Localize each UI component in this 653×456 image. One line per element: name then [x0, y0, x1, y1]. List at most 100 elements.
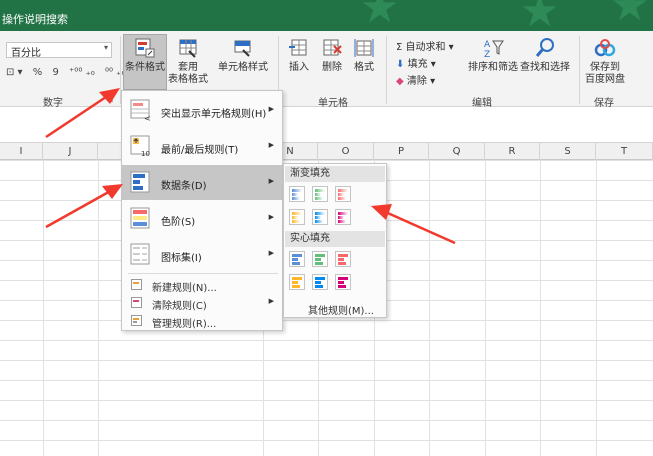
conditional-format-button-content[interactable]: 条件格式 — [124, 37, 166, 74]
sort-filter-label: 排序和筛选 — [468, 62, 518, 73]
chevron-right-icon: ▶ — [268, 177, 274, 185]
dialog-launcher-icon[interactable]: ⊿ — [107, 95, 114, 104]
divider — [386, 36, 387, 104]
menu-item-label: 数据条(D) — [161, 181, 207, 192]
number-format-value: 百分比 — [11, 48, 41, 59]
cell-styles-label: 单元格样式 — [218, 62, 268, 73]
fill-icon: ⬇ — [396, 59, 405, 70]
gradient-data-bar-option[interactable] — [289, 209, 305, 225]
highlight-rules-icon: < — [130, 99, 151, 122]
format-label: 格式 — [354, 62, 374, 73]
table-format-icon — [179, 39, 197, 58]
star-decoration-icon: ★ — [610, 0, 650, 31]
chevron-right-icon: ▶ — [268, 249, 274, 257]
svg-text:<: < — [144, 114, 151, 122]
cell-styles-icon — [234, 40, 251, 57]
menu-divider — [128, 273, 278, 274]
number-format-select[interactable]: 百分比 ▾ — [6, 42, 112, 59]
clear-rules-icon — [131, 297, 142, 308]
column-header[interactable]: R — [485, 143, 540, 160]
grid-line — [540, 160, 541, 456]
menu-item-label: 图标集(I) — [161, 253, 202, 264]
solid-fill-header: 实心填充 — [285, 231, 385, 247]
menu-item-highlight-cells-rules[interactable]: < 突出显示单元格规则(H) ▶ — [122, 93, 282, 128]
top-bottom-rules-icon: 10 — [130, 135, 150, 158]
find-select-button[interactable]: 查找和选择 — [519, 37, 571, 74]
clear-label: 清除 — [406, 76, 427, 87]
gradient-data-bar-option[interactable] — [312, 209, 328, 225]
save-to-baidu-label-2: 百度网盘 — [585, 74, 625, 85]
format-cells-icon — [354, 39, 374, 57]
comma-style-button[interactable]: 9 — [52, 67, 58, 78]
format-as-table-label-2: 表格格式 — [168, 74, 208, 85]
percent-style-button[interactable]: % — [33, 67, 43, 78]
format-as-table-button[interactable]: 套用 表格格式 — [166, 37, 210, 86]
solid-data-bar-option[interactable] — [289, 274, 305, 290]
fill-button[interactable]: ⬇ 填充 ▾ — [396, 55, 436, 70]
insert-label: 插入 — [289, 62, 309, 73]
insert-cells-icon — [289, 39, 307, 56]
conditional-format-label: 条件格式 — [125, 62, 165, 73]
format-as-table-label-1: 套用 — [178, 62, 198, 73]
sort-filter-icon: A Z — [484, 40, 504, 59]
column-header[interactable]: J — [43, 143, 98, 160]
data-bars-submenu: 渐变填充 实心填充 其他规则(M)... — [283, 163, 387, 318]
formula-bar-area — [0, 107, 653, 143]
delete-label: 删除 — [322, 62, 342, 73]
solid-data-bar-option[interactable] — [289, 251, 305, 267]
delete-cells-button[interactable]: 删除 — [316, 37, 348, 74]
increase-decimal-button[interactable]: ⁺⁰⁰ ₊₀ — [69, 67, 95, 78]
chevron-right-icon: ▶ — [268, 297, 274, 305]
fill-label: 填充 — [407, 59, 428, 70]
gradient-data-bar-option[interactable] — [335, 209, 351, 225]
grid-line — [429, 160, 430, 456]
svg-text:Z: Z — [484, 50, 490, 59]
column-header[interactable]: O — [318, 143, 374, 160]
clear-button[interactable]: ◆ 清除 ▾ — [396, 72, 435, 87]
column-header[interactable]: P — [374, 143, 429, 160]
magnifier-icon — [535, 38, 554, 57]
more-rules-link[interactable]: 其他规则(M)... — [308, 302, 374, 317]
column-header[interactable]: I — [0, 143, 43, 160]
autosum-button[interactable]: Σ 自动求和 ▾ — [396, 38, 454, 53]
solid-data-bar-option[interactable] — [335, 251, 351, 267]
column-header[interactable]: S — [540, 143, 596, 160]
data-bars-icon — [130, 171, 150, 193]
menu-item-data-bars[interactable]: 数据条(D) ▶ — [122, 165, 282, 200]
insert-cells-button[interactable]: 插入 — [282, 37, 316, 74]
gradient-data-bar-option[interactable] — [335, 186, 351, 202]
accounting-format-button[interactable]: ⊡ ▾ — [6, 67, 23, 78]
divider — [579, 36, 580, 104]
delete-cells-icon — [323, 39, 342, 56]
baidu-netdisk-icon — [594, 39, 616, 57]
grid-line — [596, 160, 597, 456]
menu-item-label: 管理规则(R)... — [152, 319, 217, 330]
menu-item-clear-rules[interactable]: 清除规则(C) ▶ — [122, 293, 282, 312]
menu-item-label: 色阶(S) — [161, 217, 196, 228]
solid-data-bar-option[interactable] — [312, 251, 328, 267]
grid-line — [98, 160, 99, 456]
svg-text:10: 10 — [141, 150, 150, 158]
format-cells-button[interactable]: 格式 — [348, 37, 380, 74]
solid-data-bar-option[interactable] — [312, 274, 328, 290]
sort-filter-button[interactable]: A Z 排序和筛选 — [467, 37, 519, 74]
save-to-baidu-button[interactable]: 保存到 百度网盘 — [582, 37, 628, 86]
column-header[interactable]: Q — [429, 143, 485, 160]
cell-styles-button[interactable]: 单元格样式 — [212, 37, 274, 74]
menu-item-top-bottom-rules[interactable]: 10 最前/最后规则(T) ▶ — [122, 129, 282, 164]
tell-me-search[interactable]: 操作说明搜索 — [2, 11, 68, 27]
menu-item-icon-sets[interactable]: 图标集(I) ▶ — [122, 237, 282, 272]
menu-item-color-scales[interactable]: 色阶(S) ▶ — [122, 201, 282, 236]
menu-item-new-rule[interactable]: 新建规则(N)... — [122, 275, 282, 294]
gradient-fill-header: 渐变填充 — [285, 166, 385, 182]
autosum-label: Σ 自动求和 — [396, 42, 446, 53]
gradient-data-bar-option[interactable] — [289, 186, 305, 202]
chevron-right-icon: ▶ — [268, 105, 274, 113]
menu-item-manage-rules[interactable]: 管理规则(R)... — [122, 311, 282, 330]
gradient-data-bar-option[interactable] — [312, 186, 328, 202]
solid-data-bar-option[interactable] — [335, 274, 351, 290]
manage-rules-icon — [131, 315, 142, 326]
column-header[interactable]: T — [596, 143, 653, 160]
title-bar: 操作说明搜索 ★ ★ ★ — [0, 0, 653, 34]
menu-item-label: 新建规则(N)... — [152, 283, 217, 294]
